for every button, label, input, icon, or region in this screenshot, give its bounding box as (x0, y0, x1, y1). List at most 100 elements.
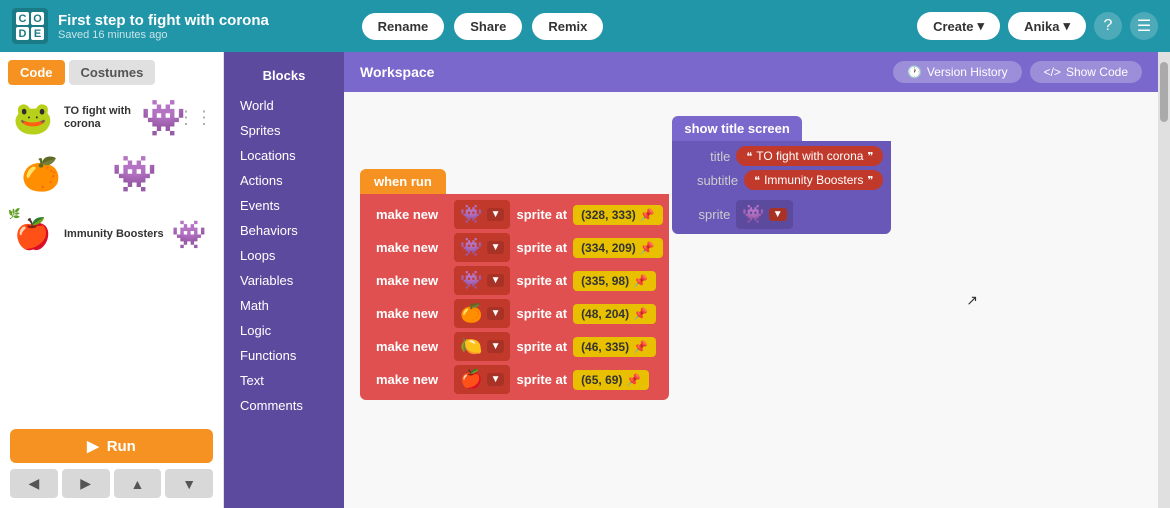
sprite-label-1: TO fight withcorona (64, 105, 131, 131)
table-row: make new 🍎 ▼ sprite at (65, 69) 📌 (366, 365, 663, 394)
sprite-select-2[interactable]: 👾 ▼ (454, 233, 510, 262)
sprite-dropdown-3[interactable]: ▼ (487, 274, 505, 287)
sprite-at-label-1: sprite at (516, 207, 567, 222)
sprite-thumb-5: 🍋 (460, 336, 482, 357)
tab-costumes[interactable]: Costumes (69, 60, 156, 85)
sprite-dropdown-6[interactable]: ▼ (487, 373, 505, 386)
sidebar-item-comments[interactable]: Comments (224, 393, 344, 418)
make-new-container: make new 👾 ▼ sprite at (328, 333) 📌 (360, 194, 669, 400)
pin-icon-1: 📌 (640, 208, 655, 222)
subtitle-value-block: Immunity Boosters (744, 170, 883, 190)
title-row: title TO fight with corona (680, 146, 883, 166)
list-item: 🐸 TO fight withcorona 👾 ⋮⋮ (8, 93, 215, 143)
play-icon: ▶ (87, 437, 99, 455)
table-row: make new 👾 ▼ sprite at (335, 98) 📌 (366, 266, 663, 295)
tab-code[interactable]: Code (8, 60, 65, 85)
make-new-label-3: make new (366, 269, 448, 292)
make-new-label-6: make new (366, 368, 448, 391)
sprite-thumb-6: 🍎 (460, 369, 482, 390)
cursor: ↗ (966, 292, 978, 309)
sprite-thumb-3: 👾 (460, 270, 482, 291)
workspace-actions: 🕐 Version History </> Show Code (893, 61, 1142, 83)
blocks-header: Blocks (224, 62, 344, 93)
sprite-label-3: Immunity Boosters (64, 228, 164, 240)
pin-icon-6: 📌 (626, 373, 641, 387)
sprite-field-label: sprite (680, 207, 730, 222)
blocks-panel: Blocks World Sprites Locations Actions E… (224, 52, 344, 508)
pin-icon-2: 📌 (640, 241, 655, 255)
scrollbar[interactable] (1158, 52, 1170, 508)
project-saved: Saved 16 minutes ago (58, 29, 352, 41)
workspace-header: Workspace 🕐 Version History </> Show Cod… (344, 52, 1158, 92)
table-row: make new 👾 ▼ sprite at (328, 333) 📌 (366, 200, 663, 229)
sidebar-item-world[interactable]: World (224, 93, 344, 118)
sprite-select-5[interactable]: 🍋 ▼ (454, 332, 510, 361)
sidebar-item-locations[interactable]: Locations (224, 143, 344, 168)
sidebar-item-loops[interactable]: Loops (224, 243, 344, 268)
workspace: Workspace 🕐 Version History </> Show Cod… (344, 52, 1158, 508)
sidebar-item-actions[interactable]: Actions (224, 168, 344, 193)
sidebar-item-functions[interactable]: Functions (224, 343, 344, 368)
list-item: 🍊 👾 (16, 149, 215, 199)
sprite-area: 🐸 TO fight withcorona 👾 ⋮⋮ 🍊 👾 🌿 (0, 85, 223, 423)
project-title: First step to fight with corona (58, 12, 352, 29)
code-icon: </> (1044, 65, 1061, 79)
sidebar-item-sprites[interactable]: Sprites (224, 118, 344, 143)
title-field-label: title (680, 149, 730, 164)
sprite-select-3[interactable]: 👾 ▼ (454, 266, 510, 295)
logo-c: C (16, 12, 29, 25)
user-button[interactable]: Anika ▾ (1008, 12, 1086, 40)
sprite-thumb-title: 👾 (742, 204, 764, 225)
share-button[interactable]: Share (454, 13, 522, 40)
rename-button[interactable]: Rename (362, 13, 445, 40)
make-new-label-5: make new (366, 335, 448, 358)
nav-up-button[interactable]: ▲ (114, 469, 162, 498)
sidebar-item-text[interactable]: Text (224, 368, 344, 393)
help-button[interactable]: ? (1094, 12, 1122, 40)
sprite-dropdown-4[interactable]: ▼ (487, 307, 505, 320)
remix-button[interactable]: Remix (532, 13, 603, 40)
subtitle-field-label: subtitle (688, 173, 738, 188)
sidebar-item-events[interactable]: Events (224, 193, 344, 218)
sprite-dropdown-title[interactable]: ▼ (769, 208, 787, 221)
coords-block-5: (46, 335) 📌 (573, 337, 656, 357)
logo: C O D E (12, 8, 48, 44)
sidebar-item-math[interactable]: Math (224, 293, 344, 318)
sprite-select-4[interactable]: 🍊 ▼ (454, 299, 510, 328)
sprite-select-1[interactable]: 👾 ▼ (454, 200, 510, 229)
run-button[interactable]: ▶ Run (10, 429, 213, 463)
sprite-dropdown-2[interactable]: ▼ (487, 241, 505, 254)
nav-left-button[interactable]: ◀ (10, 469, 58, 498)
version-history-button[interactable]: 🕐 Version History (893, 61, 1022, 83)
sprite-monster-2: 👾 (112, 153, 157, 195)
sidebar-item-variables[interactable]: Variables (224, 268, 344, 293)
sprite-thumb-4: 🍊 (460, 303, 482, 324)
when-run-label: when run (360, 169, 446, 194)
sidebar-item-logic[interactable]: Logic (224, 318, 344, 343)
sprite-select-title[interactable]: 👾 ▼ (736, 200, 792, 229)
table-row: make new 🍊 ▼ sprite at (48, 204) 📌 (366, 299, 663, 328)
sprite-at-label-5: sprite at (516, 339, 567, 354)
coords-block-4: (48, 204) 📌 (573, 304, 656, 324)
sprite-thumb-1: 👾 (460, 204, 482, 225)
create-chevron-icon: ▾ (978, 18, 985, 34)
nav-right-button[interactable]: ▶ (62, 469, 110, 498)
table-row: make new 👾 ▼ sprite at (334, 209) 📌 (366, 233, 663, 262)
menu-button[interactable]: ☰ (1130, 12, 1158, 40)
show-code-button[interactable]: </> Show Code (1030, 61, 1142, 83)
drag-handle-1[interactable]: ⋮⋮ (177, 108, 213, 129)
topbar: C O D E First step to fight with corona … (0, 0, 1170, 52)
pin-icon-3: 📌 (633, 274, 648, 288)
sprite-dropdown-5[interactable]: ▼ (487, 340, 505, 353)
user-chevron-icon: ▾ (1063, 18, 1070, 34)
sidebar-item-behaviors[interactable]: Behaviors (224, 218, 344, 243)
make-new-label-4: make new (366, 302, 448, 325)
sprite-dropdown-1[interactable]: ▼ (487, 208, 505, 221)
create-button[interactable]: Create ▾ (917, 12, 1000, 40)
sprite-select-6[interactable]: 🍎 ▼ (454, 365, 510, 394)
logo-d: D (16, 27, 29, 40)
table-row: make new 🍋 ▼ sprite at (46, 335) 📌 (366, 332, 663, 361)
subtitle-row: subtitle Immunity Boosters (680, 170, 883, 190)
pin-icon-5: 📌 (633, 340, 648, 354)
nav-down-button[interactable]: ▼ (165, 469, 213, 498)
